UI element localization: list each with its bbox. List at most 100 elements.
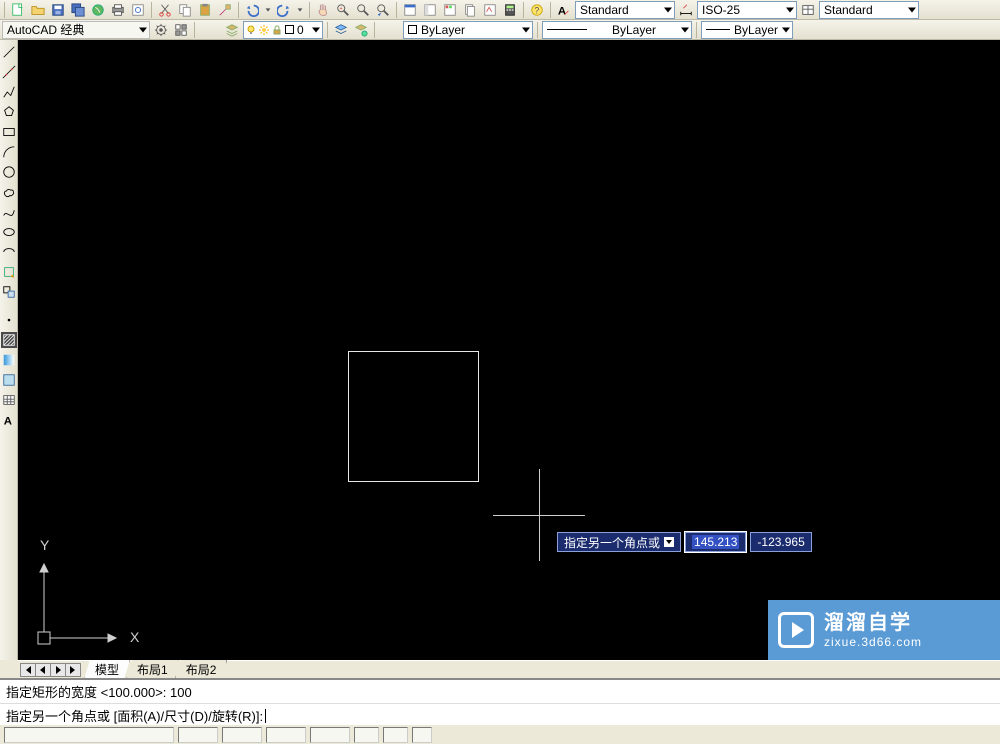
zoom-realtime-icon[interactable]: + xyxy=(334,1,352,19)
left-toolbar: A xyxy=(0,40,18,660)
cut-icon[interactable] xyxy=(156,1,174,19)
ucs-icon: X Y xyxy=(30,536,140,654)
markup-icon[interactable] xyxy=(481,1,499,19)
status-otrack[interactable] xyxy=(383,727,408,743)
status-coords[interactable] xyxy=(4,727,174,743)
status-polar[interactable] xyxy=(310,727,350,743)
dynamic-field-y[interactable]: -123.965 xyxy=(750,532,811,552)
tab-nav-next[interactable] xyxy=(50,663,66,677)
workspace-combo[interactable]: AutoCAD 经典 xyxy=(2,21,150,39)
block-icon[interactable] xyxy=(1,284,17,300)
color-swatch xyxy=(408,25,417,34)
workspace-lock-icon[interactable] xyxy=(172,21,190,39)
zoom-window-icon[interactable] xyxy=(354,1,372,19)
lineweight-value: ByLayer xyxy=(734,23,778,37)
help-icon[interactable]: ? xyxy=(528,1,546,19)
undo-dropdown-icon[interactable] xyxy=(263,1,273,19)
status-grid[interactable] xyxy=(222,727,262,743)
color-combo[interactable]: ByLayer xyxy=(403,21,533,39)
match-icon[interactable] xyxy=(216,1,234,19)
status-snap[interactable] xyxy=(178,727,218,743)
ellipse-icon[interactable] xyxy=(1,224,17,240)
point-icon[interactable] xyxy=(1,312,17,328)
xline-icon[interactable] xyxy=(1,64,17,80)
redo-dropdown-icon[interactable] xyxy=(295,1,305,19)
status-ortho[interactable] xyxy=(266,727,306,743)
layerstate-icon[interactable] xyxy=(332,21,350,39)
arc-icon[interactable] xyxy=(1,144,17,160)
line-icon[interactable] xyxy=(1,44,17,60)
tab-nav-prev[interactable] xyxy=(35,663,51,677)
properties-icon[interactable] xyxy=(401,1,419,19)
zoom-previous-icon[interactable] xyxy=(374,1,392,19)
tab-nav-last[interactable] xyxy=(65,663,81,677)
layer-combo[interactable]: 0 xyxy=(243,21,323,39)
status-bar xyxy=(0,724,1000,744)
textstyle-icon[interactable]: A xyxy=(555,1,573,19)
region-icon[interactable] xyxy=(1,372,17,388)
workspace-settings-icon[interactable] xyxy=(152,21,170,39)
linetype-combo[interactable]: ByLayer xyxy=(542,21,692,39)
new-icon[interactable] xyxy=(9,1,27,19)
watermark: 溜溜自学 zixue.3d66.com xyxy=(768,600,1000,660)
undo-icon[interactable] xyxy=(243,1,261,19)
layerprev-icon[interactable] xyxy=(352,21,370,39)
open-icon[interactable] xyxy=(29,1,47,19)
save-icon[interactable] xyxy=(49,1,67,19)
dimstyle-icon[interactable] xyxy=(677,1,695,19)
command-prompt: 指定另一个角点或 [面积(A)/尺寸(D)/旋转(R)]: xyxy=(6,706,263,725)
hatch-icon[interactable] xyxy=(1,332,17,348)
print-icon[interactable] xyxy=(109,1,127,19)
ellipsearc-icon[interactable] xyxy=(1,244,17,260)
svg-text:Y: Y xyxy=(40,537,50,553)
polygon-icon[interactable] xyxy=(1,104,17,120)
circle-icon[interactable] xyxy=(1,164,17,180)
watermark-logo-icon xyxy=(778,612,814,648)
pan-icon[interactable] xyxy=(314,1,332,19)
tab-nav-first[interactable] xyxy=(20,663,36,677)
tab-layout2[interactable]: 布局2 xyxy=(175,660,228,680)
paste-icon[interactable] xyxy=(196,1,214,19)
dimstyle-combo[interactable]: ISO-25 xyxy=(697,1,797,19)
mtext-icon[interactable]: A xyxy=(1,412,17,428)
rectangle-icon[interactable] xyxy=(1,124,17,140)
command-cursor xyxy=(265,709,266,723)
plot-preview-icon[interactable] xyxy=(129,1,147,19)
table-icon[interactable] xyxy=(1,392,17,408)
dynamic-input: 指定另一个角点或 145.213 -123.965 xyxy=(557,532,812,552)
copy-icon[interactable] xyxy=(176,1,194,19)
linetype-sample xyxy=(547,29,587,30)
drawing-area[interactable]: 指定另一个角点或 145.213 -123.965 X Y 溜溜自学 zixue… xyxy=(18,40,1000,660)
svg-text:+: + xyxy=(340,6,343,12)
saveas-icon[interactable] xyxy=(69,1,87,19)
designcenter-icon[interactable] xyxy=(421,1,439,19)
calc-icon[interactable] xyxy=(501,1,519,19)
insert-icon[interactable] xyxy=(1,264,17,280)
dynamic-field-x[interactable]: 145.213 xyxy=(685,532,746,552)
pline-icon[interactable] xyxy=(1,84,17,100)
lineweight-sample xyxy=(706,29,730,30)
status-osnap[interactable] xyxy=(354,727,379,743)
publish-icon[interactable] xyxy=(89,1,107,19)
lock-icon xyxy=(272,25,282,35)
toolpalette-icon[interactable] xyxy=(441,1,459,19)
dynamic-dropdown-icon[interactable] xyxy=(664,537,674,547)
drawn-rectangle xyxy=(348,351,479,482)
tablestyle-combo[interactable]: Standard xyxy=(819,1,919,19)
tab-layout1[interactable]: 布局1 xyxy=(126,660,179,680)
redo-icon[interactable] xyxy=(275,1,293,19)
sheetset-icon[interactable] xyxy=(461,1,479,19)
status-dyn[interactable] xyxy=(412,727,432,743)
command-history: 指定矩形的宽度 <100.000>: 100 xyxy=(0,680,1000,704)
spline-icon[interactable] xyxy=(1,204,17,220)
svg-text:?: ? xyxy=(534,5,539,15)
tab-model[interactable]: 模型 xyxy=(84,660,130,680)
layer-manager-icon[interactable] xyxy=(223,21,241,39)
textstyle-combo[interactable]: Standard xyxy=(575,1,675,19)
gradient-icon[interactable] xyxy=(1,352,17,368)
lineweight-combo[interactable]: ByLayer xyxy=(701,21,793,39)
revcloud-icon[interactable] xyxy=(1,184,17,200)
tabs-row: 模型 布局1 布局2 xyxy=(18,660,1000,678)
command-area: 指定矩形的宽度 <100.000>: 100 指定另一个角点或 [面积(A)/尺… xyxy=(0,678,1000,724)
tablestyle-icon[interactable] xyxy=(799,1,817,19)
